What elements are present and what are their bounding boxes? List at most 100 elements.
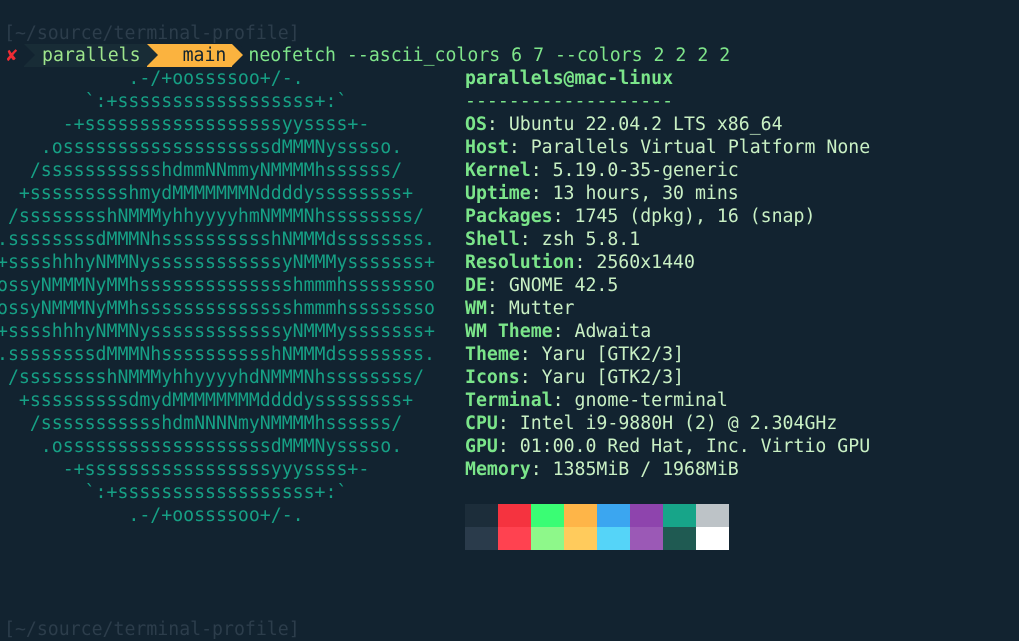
- info-key: Shell: [465, 229, 520, 250]
- prompt-branch: main: [182, 45, 227, 66]
- info-value: 1745 (dpkg), 16 (snap): [574, 206, 816, 227]
- info-row: Host: Parallels Virtual Platform None: [465, 136, 870, 159]
- segment-arrow-icon: [232, 44, 244, 66]
- info-value: Mutter: [508, 298, 575, 319]
- info-colon: :: [486, 298, 509, 319]
- color-swatch: [630, 527, 663, 550]
- info-row: Shell: zsh 5.8.1: [465, 228, 640, 251]
- color-swatch: [465, 504, 498, 527]
- next-prompt-directory: [~/source/terminal-profile]: [4, 619, 300, 640]
- info-colon: :: [530, 459, 553, 480]
- command-text[interactable]: neofetch --ascii_colors 6 7 --colors 2 2…: [248, 45, 730, 66]
- ascii-art-line: +ssssssssshmydMMMMMMMNddddyssssssss+: [0, 183, 414, 204]
- info-key: Kernel: [465, 160, 531, 181]
- info-key: Icons: [465, 367, 520, 388]
- color-swatch: [465, 527, 498, 550]
- info-colon: :: [486, 275, 509, 296]
- info-row: Uptime: 13 hours, 30 mins: [465, 182, 739, 205]
- color-swatch: [498, 527, 531, 550]
- ascii-art-line: ossyNMMMNyMMhsssssssssssssshmmmhssssssso: [0, 298, 435, 319]
- color-swatch: [564, 504, 597, 527]
- info-value: Yaru [GTK2/3]: [541, 344, 685, 365]
- prompt-git-segment: main: [146, 43, 244, 67]
- info-row: Theme: Yaru [GTK2/3]: [465, 343, 684, 366]
- color-swatch: [597, 527, 630, 550]
- info-value: 5.19.0-35-generic: [552, 160, 739, 181]
- color-palette: [465, 504, 729, 550]
- info-value: Adwaita: [574, 321, 652, 342]
- ascii-art-line: .osssssssssssssssssssdMMMNysssso.: [0, 436, 403, 457]
- info-colon: :: [486, 114, 509, 135]
- info-value: 13 hours, 30 mins: [552, 183, 739, 204]
- info-row: Kernel: 5.19.0-35-generic: [465, 159, 739, 182]
- color-swatch: [696, 527, 729, 550]
- ascii-art-line: `:+ssssssssssssssssss+:`: [0, 482, 348, 503]
- ascii-art-line: /sssssssshNMMMyhhyyyyhdNMMMNhssssssss/: [0, 367, 425, 388]
- info-value: 1385MiB / 1968MiB: [552, 459, 739, 480]
- info-key: OS: [465, 114, 487, 135]
- ascii-art-line: -+ssssssssssssssssssyyssss+-: [0, 114, 370, 135]
- info-row: WM: Mutter: [465, 297, 575, 320]
- ascii-art-line: /ssssssssssshdmmNNmmyNMMMMhssssss/: [0, 160, 403, 181]
- ascii-art-line: .-/+oossssoo+/-.: [0, 505, 304, 526]
- color-swatch: [597, 504, 630, 527]
- shell-prompt: ✘ parallels main neofetch --ascii_colors…: [0, 43, 730, 67]
- ascii-art-line: .-/+oossssoo+/-.: [0, 68, 304, 89]
- info-key: Theme: [465, 344, 520, 365]
- info-key: Memory: [465, 459, 531, 480]
- color-swatch: [663, 504, 696, 527]
- info-row: Packages: 1745 (dpkg), 16 (snap): [465, 205, 815, 228]
- info-colon: :: [530, 160, 553, 181]
- ascii-art-line: /ssssssssssshdmNNNNmyNMMMMhssssss/: [0, 413, 403, 434]
- ascii-art-line: -+sssssssssssssssssyyyssss+-: [0, 459, 370, 480]
- error-status-icon: ✘: [6, 45, 18, 66]
- color-swatch: [663, 527, 696, 550]
- info-value: Yaru [GTK2/3]: [541, 367, 685, 388]
- info-title: parallels@mac-linux: [465, 68, 674, 89]
- prompt-user-segment: parallels: [24, 44, 158, 67]
- info-key: Terminal: [465, 390, 553, 411]
- info-row: DE: GNOME 42.5: [465, 274, 618, 297]
- info-value: Intel i9-9880H (2) @ 2.304GHz: [519, 413, 838, 434]
- info-separator: -------------------: [465, 91, 674, 112]
- info-key: CPU: [465, 413, 498, 434]
- info-row: CPU: Intel i9-9880H (2) @ 2.304GHz: [465, 412, 837, 435]
- info-row: Icons: Yaru [GTK2/3]: [465, 366, 684, 389]
- info-colon: :: [497, 436, 520, 457]
- prompt-user: parallels: [42, 45, 141, 66]
- ascii-art-line: .ssssssssdMMMNhsssssssssshNMMMdssssssss.: [0, 344, 435, 365]
- color-swatch: [630, 504, 663, 527]
- info-row: WM Theme: Adwaita: [465, 320, 651, 343]
- info-colon: :: [574, 252, 597, 273]
- info-value: gnome-terminal: [574, 390, 728, 411]
- info-key: WM Theme: [465, 321, 553, 342]
- info-value: 01:00.0 Red Hat, Inc. Virtio GPU: [519, 436, 871, 457]
- color-swatch: [531, 527, 564, 550]
- info-row: GPU: 01:00.0 Red Hat, Inc. Virtio GPU: [465, 435, 870, 458]
- info-value: GNOME 42.5: [508, 275, 619, 296]
- info-colon: :: [497, 413, 520, 434]
- ascii-art-line: `:+ssssssssssssssssss+:`: [0, 91, 348, 112]
- color-swatch: [696, 504, 729, 527]
- info-row: Memory: 1385MiB / 1968MiB: [465, 458, 739, 481]
- info-value: Ubuntu 22.04.2 LTS x86_64: [508, 114, 783, 135]
- ascii-art-line: +sssssssssdmydMMMMMMMMddddyssssssss+: [0, 390, 414, 411]
- info-colon: :: [552, 206, 575, 227]
- info-key: Packages: [465, 206, 553, 227]
- info-row: Terminal: gnome-terminal: [465, 389, 728, 412]
- color-swatch: [531, 504, 564, 527]
- info-row: Resolution: 2560x1440: [465, 251, 695, 274]
- info-row: OS: Ubuntu 22.04.2 LTS x86_64: [465, 113, 783, 136]
- info-colon: :: [519, 344, 542, 365]
- info-key: Resolution: [465, 252, 575, 273]
- info-colon: :: [552, 390, 575, 411]
- info-value: Parallels Virtual Platform None: [530, 137, 871, 158]
- info-value: 2560x1440: [596, 252, 695, 273]
- ascii-art-line: +sssshhhyNMMNyssssssssssssyNMMMysssssss+: [0, 321, 435, 342]
- info-key: DE: [465, 275, 487, 296]
- ascii-art-line: .ssssssssdMMMNhsssssssssshNMMMdssssssss.: [0, 229, 435, 250]
- color-swatch: [564, 527, 597, 550]
- info-colon: :: [519, 367, 542, 388]
- info-colon: :: [519, 229, 542, 250]
- ascii-art-line: /sssssssshNMMMyhhyyyyhmNMMMNhssssssss/: [0, 206, 425, 227]
